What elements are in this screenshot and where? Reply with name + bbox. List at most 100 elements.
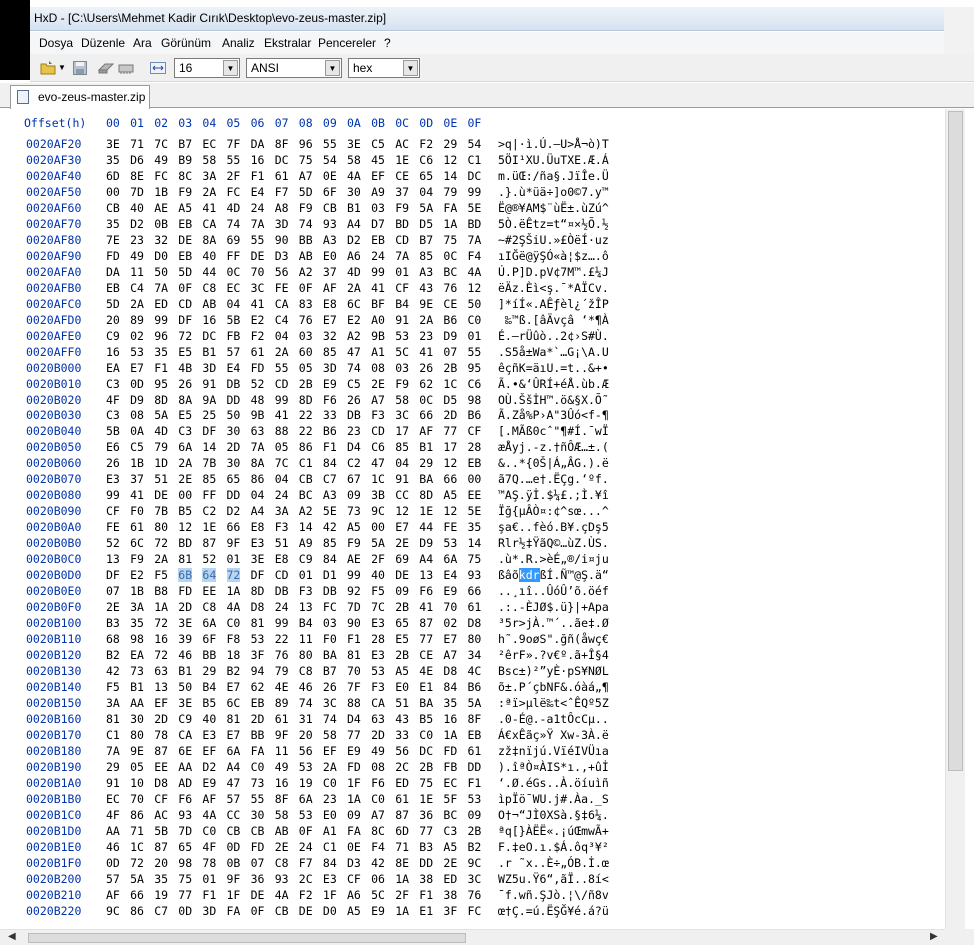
ascii-text[interactable]: O†¬“JÌ0XSà.§‡6¼. (498, 808, 609, 822)
hex-byte[interactable]: F0 (130, 504, 144, 518)
hex-byte[interactable]: B6 (323, 424, 337, 438)
hex-byte[interactable]: 1E (419, 792, 433, 806)
save-icon[interactable] (72, 60, 88, 76)
hex-byte[interactable]: 36 (251, 872, 265, 886)
hex-byte[interactable]: 3D (275, 217, 289, 231)
hex-byte[interactable]: 71 (130, 824, 144, 838)
hex-byte[interactable]: 9A (202, 393, 216, 407)
hex-byte[interactable]: BD (178, 536, 192, 550)
hex-byte[interactable]: 3C (251, 281, 265, 295)
hex-byte[interactable]: 99 (468, 185, 482, 199)
hex-byte[interactable]: 26 (419, 361, 433, 375)
menu-pencereler[interactable]: Pencereler (318, 36, 376, 50)
hex-byte[interactable]: F1 (347, 632, 361, 646)
hex-byte[interactable]: 80 (299, 648, 313, 662)
hex-byte[interactable]: EE (468, 488, 482, 502)
hex-byte[interactable]: EA (106, 361, 120, 375)
hex-byte[interactable]: 54 (468, 137, 482, 151)
hex-byte[interactable]: DB (347, 408, 361, 422)
hex-byte[interactable]: DD (227, 488, 241, 502)
hex-byte[interactable]: 2F (227, 169, 241, 183)
hex-byte[interactable]: 42 (106, 664, 120, 678)
hex-byte[interactable]: CB (251, 824, 265, 838)
ascii-text[interactable]: õ±.P´çbNF&.óàá„¶ (498, 680, 609, 694)
hex-byte[interactable]: 12 (443, 153, 457, 167)
ascii-text[interactable]: ã7Q.…e†.ËÇg.‘ºf. (498, 472, 609, 486)
hex-byte[interactable]: C0 (468, 313, 482, 327)
hex-byte[interactable]: AF (323, 281, 337, 295)
hex-byte[interactable]: 4A (347, 169, 361, 183)
ascii-text[interactable]: ..¸ıî..ÛóÛ’õ.öéf (498, 584, 609, 598)
hex-byte[interactable]: C0 (371, 792, 385, 806)
hex-byte[interactable]: 70 (347, 664, 361, 678)
hex-byte[interactable]: 5B (154, 824, 168, 838)
hex-byte[interactable]: 94 (251, 664, 265, 678)
hex-byte[interactable]: 74 (299, 696, 313, 710)
hex-byte[interactable]: 55 (227, 153, 241, 167)
hex-byte[interactable]: 57 (106, 872, 120, 886)
hex-byte[interactable]: 0F (178, 281, 192, 295)
hex-byte[interactable]: CE (395, 169, 409, 183)
hex-byte[interactable]: C8 (299, 664, 313, 678)
hex-byte[interactable]: DF (202, 424, 216, 438)
hex-byte[interactable]: 52 (106, 536, 120, 550)
hex-byte[interactable]: 57 (227, 345, 241, 359)
hex-byte[interactable]: DF (178, 313, 192, 327)
hex-byte[interactable]: 50 (227, 408, 241, 422)
ascii-text[interactable]: ıIĞë@ÿŞÓ«à¦$z….ô (498, 249, 609, 263)
hex-byte[interactable]: 9B (251, 408, 265, 422)
hex-byte[interactable]: 2D (443, 408, 457, 422)
hex-byte[interactable]: FC (154, 169, 168, 183)
hex-byte[interactable]: CF (468, 424, 482, 438)
hex-byte[interactable]: 88 (347, 696, 361, 710)
hex-byte[interactable]: EB (371, 233, 385, 247)
hex-byte[interactable]: A8 (275, 201, 289, 215)
hex-byte[interactable]: A3 (419, 265, 433, 279)
hex-byte[interactable]: 2B (299, 377, 313, 391)
hex-byte[interactable]: 32 (154, 233, 168, 247)
hex-byte[interactable]: 49 (130, 249, 144, 263)
hex-byte[interactable]: B5 (419, 712, 433, 726)
hex-byte[interactable]: B3 (106, 616, 120, 630)
hex-byte[interactable]: 9C (468, 856, 482, 870)
hex-byte[interactable]: CB (275, 904, 289, 918)
hex-byte[interactable]: 29 (443, 137, 457, 151)
hex-byte[interactable]: 1B (154, 185, 168, 199)
hex-byte[interactable]: 35 (130, 616, 144, 630)
hex-byte[interactable]: 73 (130, 664, 144, 678)
hex-byte[interactable]: 75 (178, 872, 192, 886)
hex-byte[interactable]: BA (323, 648, 337, 662)
hex-byte[interactable]: 1D (154, 456, 168, 470)
hex-byte[interactable]: 42 (371, 856, 385, 870)
hex-byte[interactable]: CB (323, 201, 337, 215)
hex-byte[interactable]: 41 (371, 281, 385, 295)
hex-byte[interactable]: 98 (178, 856, 192, 870)
hex-byte[interactable]: 28 (468, 440, 482, 454)
hex-byte[interactable]: D7 (371, 217, 385, 231)
hex-byte[interactable]: 24 (299, 840, 313, 854)
hex-byte[interactable]: 87 (202, 536, 216, 550)
ascii-text[interactable]: æÅyj.-z.†ñÔÆ…±.( (498, 440, 609, 454)
ascii-text[interactable]: ‰™ß.[âÄvçâ ‘*¶À (498, 313, 609, 327)
hex-byte[interactable]: F2 (419, 137, 433, 151)
hex-byte[interactable]: D4 (347, 712, 361, 726)
hex-byte[interactable]: 77 (178, 888, 192, 902)
hex-byte[interactable]: AB (299, 249, 313, 263)
hex-byte[interactable]: BB (299, 233, 313, 247)
hex-byte[interactable]: DD (468, 760, 482, 774)
hex-byte[interactable]: 52 (251, 377, 265, 391)
hex-byte[interactable]: 05 (299, 361, 313, 375)
hex-byte[interactable]: 00 (371, 520, 385, 534)
hex-byte[interactable]: A6 (347, 888, 361, 902)
ascii-text[interactable]: ²êrF».?v€º.ã+Î§4 (498, 648, 609, 662)
hex-byte[interactable]: DE (251, 249, 265, 263)
hex-byte[interactable]: CA (178, 728, 192, 742)
hex-byte[interactable]: 6A (202, 616, 216, 630)
hex-byte[interactable]: 7A (251, 440, 265, 454)
hex-byte[interactable]: E0 (395, 680, 409, 694)
hex-byte[interactable]: 3D (202, 904, 216, 918)
hex-byte[interactable]: 75 (468, 552, 482, 566)
hex-byte[interactable]: AA (106, 824, 120, 838)
hex-byte[interactable]: 8F (468, 712, 482, 726)
hex-byte[interactable]: 61 (251, 345, 265, 359)
